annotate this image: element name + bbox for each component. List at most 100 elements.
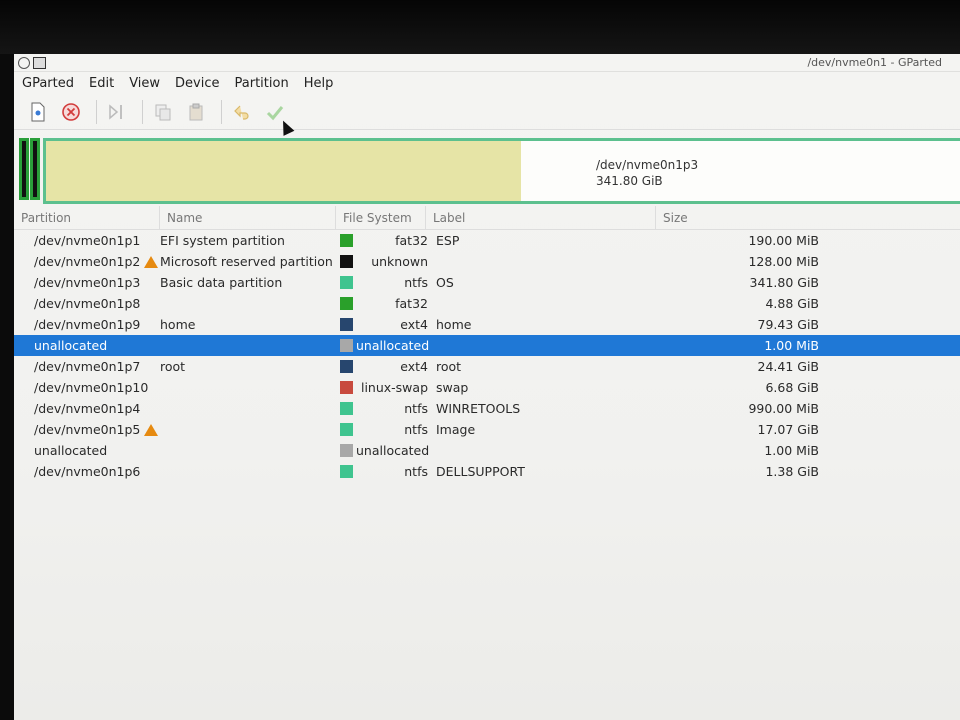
menu-device[interactable]: Device: [175, 76, 219, 91]
cell-partition: unallocated: [34, 443, 108, 458]
table-row[interactable]: /dev/nvme0n1p2 Microsoft reserved partiti…: [14, 251, 960, 272]
cell-fs-color: [336, 255, 356, 268]
table-header: Partition Name File System Label Size: [14, 206, 960, 230]
toolbar-separator: [142, 99, 143, 124]
cell-size: 6.68 GiB: [765, 380, 819, 395]
partition-table: Partition Name File System Label Size /d…: [14, 206, 960, 482]
table-row[interactable]: /dev/nvme0n1p6 ntfs DELLSUPPORT 1.38 GiB: [14, 461, 960, 482]
table-row[interactable]: /dev/nvme0n1p1 EFI system partition fat32 E…: [14, 230, 960, 251]
title-bar: /dev/nvme0n1 - GParted: [14, 54, 960, 72]
cell-size: 79.43 GiB: [757, 317, 820, 332]
cell-fs-color: [336, 297, 356, 310]
apply-icon: [266, 105, 284, 120]
new-partition-icon: [31, 102, 45, 121]
cell-fs-color: [336, 444, 356, 457]
window-title: /dev/nvme0n1 - GParted: [807, 56, 942, 69]
cell-file-system: ntfs: [404, 464, 428, 479]
disk-map-partition-p3[interactable]: /dev/nvme0n1p3 341.80 GiB: [43, 138, 960, 204]
column-size[interactable]: Size: [656, 206, 776, 229]
cell-partition: /dev/nvme0n1p1: [34, 233, 141, 248]
cell-partition: /dev/nvme0n1p4: [34, 401, 141, 416]
table-body: /dev/nvme0n1p1 EFI system partition fat32 E…: [14, 230, 960, 482]
menu-bar: GParted Edit View Device Partition Help: [14, 72, 960, 94]
warning-icon: [144, 423, 158, 436]
disk-map-label: /dev/nvme0n1p3 341.80 GiB: [596, 157, 698, 189]
filesystem-color-swatch: [339, 444, 353, 457]
cell-label: ESP: [436, 233, 460, 248]
disk-map-partition-p2[interactable]: [30, 138, 40, 200]
cell-partition: /dev/nvme0n1p2: [34, 254, 141, 269]
delete-icon: [62, 102, 80, 121]
cell-name: home: [160, 317, 196, 332]
table-row[interactable]: /dev/nvme0n1p3 Basic data partition ntfs OS…: [14, 272, 960, 293]
cell-fs-color: [336, 402, 356, 415]
table-row[interactable]: /dev/nvme0n1p9 home ext4 home 79.43 GiB: [14, 314, 960, 335]
table-row[interactable]: /dev/nvme0n1p4 ntfs WINRETOOLS 990.00 MiB: [14, 398, 960, 419]
cell-name: Basic data partition: [160, 275, 283, 290]
cell-partition: /dev/nvme0n1p3: [34, 275, 141, 290]
filesystem-color-swatch: [339, 423, 353, 436]
cell-warning: [142, 423, 160, 436]
cell-partition: /dev/nvme0n1p9: [34, 317, 141, 332]
cell-size: 1.38 GiB: [765, 464, 819, 479]
cell-file-system: linux-swap: [360, 380, 428, 395]
paste-icon: [189, 103, 203, 120]
column-partition[interactable]: Partition: [14, 206, 160, 229]
cell-fs-color: [336, 234, 356, 247]
disk-map-used-fill: [46, 141, 522, 201]
filesystem-color-swatch: [339, 465, 353, 478]
menu-gparted[interactable]: GParted: [22, 76, 74, 91]
new-partition-button[interactable]: [24, 98, 52, 126]
cell-file-system: fat32: [395, 296, 428, 311]
cell-file-system: unknown: [371, 254, 428, 269]
gparted-window: /dev/nvme0n1 - GParted GParted Edit View…: [14, 54, 960, 720]
cell-label: WINRETOOLS: [436, 401, 521, 416]
table-row[interactable]: /dev/nvme0n1p10 linux-swap swap 6.68 GiB: [14, 377, 960, 398]
column-file-system[interactable]: File System: [336, 206, 426, 229]
column-label[interactable]: Label: [426, 206, 656, 229]
window-menu-icon[interactable]: [18, 56, 30, 69]
filesystem-color-swatch: [339, 360, 353, 373]
cell-name: root: [160, 359, 186, 374]
filesystem-color-swatch: [339, 234, 353, 247]
copy-button[interactable]: [149, 98, 177, 126]
cell-size: 1.00 MiB: [764, 338, 819, 353]
disk-map-partition-name: /dev/nvme0n1p3: [596, 158, 699, 172]
cell-partition: unallocated: [34, 338, 108, 353]
cell-fs-color: [336, 360, 356, 373]
filesystem-color-swatch: [339, 339, 353, 352]
menu-partition[interactable]: Partition: [235, 76, 289, 91]
menu-view[interactable]: View: [129, 76, 160, 91]
cell-label: home: [436, 317, 472, 332]
cell-label: swap: [436, 380, 469, 395]
cell-fs-color: [336, 318, 356, 331]
undo-button[interactable]: [228, 98, 256, 126]
resize-move-button[interactable]: [103, 98, 131, 126]
filesystem-color-swatch: [339, 297, 353, 310]
table-row[interactable]: unallocated unallocated 1.00 MiB: [14, 440, 960, 461]
table-row[interactable]: unallocated unallocated 1.00 MiB: [14, 335, 960, 356]
toolbar: [14, 94, 960, 130]
resize-move-icon: [109, 103, 122, 120]
disk-map-partition-p1[interactable]: [19, 138, 29, 200]
menu-edit[interactable]: Edit: [89, 76, 114, 91]
cell-file-system: ntfs: [404, 401, 428, 416]
table-row[interactable]: /dev/nvme0n1p8 fat32 4.88 GiB: [14, 293, 960, 314]
cell-file-system: ext4: [400, 359, 428, 374]
filesystem-color-swatch: [339, 276, 353, 289]
table-row[interactable]: /dev/nvme0n1p5 ntfs Image 17.07 GiB: [14, 419, 960, 440]
column-name[interactable]: Name: [160, 206, 336, 229]
cell-label: OS: [436, 275, 454, 290]
cell-partition: /dev/nvme0n1p6: [34, 464, 141, 479]
disk-map-partition-size: 341.80 GiB: [596, 174, 663, 188]
table-row[interactable]: /dev/nvme0n1p7 root ext4 root 24.41 GiB: [14, 356, 960, 377]
cell-partition: /dev/nvme0n1p8: [34, 296, 141, 311]
cell-label: root: [436, 359, 462, 374]
cell-size: 17.07 GiB: [757, 422, 820, 437]
cell-file-system: unallocated: [356, 338, 430, 353]
menu-help[interactable]: Help: [304, 76, 334, 91]
monitor-bezel-top: [0, 0, 960, 54]
cell-size: 24.41 GiB: [757, 359, 820, 374]
paste-button[interactable]: [182, 98, 210, 126]
delete-button[interactable]: [57, 98, 85, 126]
